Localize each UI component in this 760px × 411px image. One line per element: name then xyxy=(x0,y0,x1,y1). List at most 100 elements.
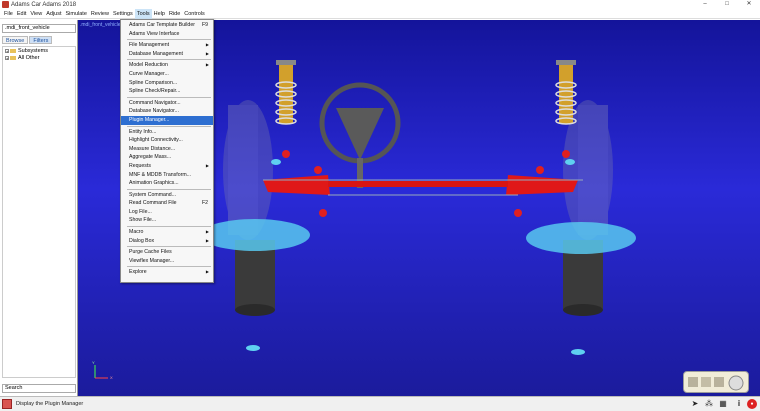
maximize-button[interactable]: □ xyxy=(716,0,738,9)
menu-adjust[interactable]: Adjust xyxy=(44,9,63,19)
tree-item-label: All Other xyxy=(18,55,40,61)
submenu-arrow-icon: ▶ xyxy=(205,229,209,235)
tools-menu-item[interactable]: Show File... xyxy=(121,216,213,225)
menu-tools[interactable]: Tools xyxy=(134,8,152,19)
lower-control-arms xyxy=(263,175,583,196)
menu-separator xyxy=(127,266,211,268)
tools-menu-item[interactable]: Adams Car Template Builder F9 xyxy=(121,21,213,30)
menu-item-label: Spline Comparison... xyxy=(129,79,178,86)
tools-menu-item[interactable]: Read Command File F2 xyxy=(121,199,213,208)
left-ground-pad xyxy=(200,219,310,316)
submenu-arrow-icon: ▶ xyxy=(205,269,209,275)
status-bar: Display the Plugin Manager ➤ ⁂ ▦ i ● xyxy=(0,396,760,411)
tools-menu-item[interactable]: Entity Info... xyxy=(121,128,213,137)
tools-menu-item[interactable]: Animation Graphics... xyxy=(121,179,213,188)
steering-wheel xyxy=(319,82,401,188)
tools-menu-item[interactable]: Viewflex Manager... xyxy=(121,257,213,266)
tools-menu-item[interactable]: Command Navigator... xyxy=(121,99,213,108)
tools-menu-item[interactable]: System Command... xyxy=(121,191,213,200)
expand-icon[interactable]: + xyxy=(5,56,9,61)
menu-separator xyxy=(127,125,211,127)
menu-separator xyxy=(127,96,211,98)
tab-filters[interactable]: Filters xyxy=(29,36,53,44)
menu-item-label: Show File... xyxy=(129,217,157,224)
tree-item-all-other[interactable]: + All Other xyxy=(3,55,75,61)
menu-item-label: Database Navigator... xyxy=(129,108,179,115)
menu-controls[interactable]: Controls xyxy=(182,9,206,19)
menu-simulate[interactable]: Simulate xyxy=(63,9,88,19)
submenu-arrow-icon: ▶ xyxy=(205,237,209,243)
stop-sign-icon[interactable]: ● xyxy=(747,399,757,409)
connectivity-icon[interactable]: ⁂ xyxy=(704,399,714,409)
menu-item-label: Requests xyxy=(129,162,151,169)
tools-menu-item[interactable]: MNF & MDDB Transform... xyxy=(121,171,213,180)
tools-menu-item[interactable]: Highlight Connectivity... xyxy=(121,136,213,145)
coordinate-triad xyxy=(94,365,108,379)
menu-item-label: Viewflex Manager... xyxy=(129,257,175,264)
tree-item-subsystems[interactable]: + Subsystems xyxy=(3,48,75,54)
stop-icon[interactable] xyxy=(2,399,12,409)
folder-icon xyxy=(10,49,16,53)
info-icon[interactable]: i xyxy=(734,399,744,409)
model-tree: + Subsystems + All Other xyxy=(2,46,76,378)
axis-x-label: X xyxy=(110,375,113,380)
tools-menu-item[interactable]: Measure Distance... xyxy=(121,145,213,154)
submenu-arrow-icon: ▶ xyxy=(205,62,209,68)
tools-menu-item[interactable]: Database Management ▶ xyxy=(121,50,213,59)
menu-item-label: Highlight Connectivity... xyxy=(129,137,183,144)
menu-item-label: Database Management xyxy=(129,50,183,57)
menu-item-label: Measure Distance... xyxy=(129,145,176,152)
tools-menu-item[interactable]: Macro ▶ xyxy=(121,228,213,237)
close-button[interactable]: ✕ xyxy=(738,0,760,9)
menu-separator xyxy=(127,226,211,228)
tools-menu-item[interactable]: Dialog Box ▶ xyxy=(121,237,213,246)
view-navigation-widget[interactable] xyxy=(683,371,749,393)
tools-menu-item[interactable]: Curve Manager... xyxy=(121,70,213,79)
model-browser-panel: .mdi_front_vehicle Browse Filters + Subs… xyxy=(0,20,78,396)
menu-shortcut: F2 xyxy=(201,200,208,207)
tools-menu-item[interactable]: Aggregate Mass... xyxy=(121,153,213,162)
expand-icon[interactable]: + xyxy=(5,49,9,54)
model-name-field[interactable]: .mdi_front_vehicle xyxy=(2,24,76,33)
menu-separator xyxy=(127,59,211,61)
tools-menu-item[interactable]: Spline Comparison... xyxy=(121,79,213,88)
tools-menu-item[interactable]: Plugin Manager... xyxy=(121,115,213,125)
menu-item-label: Model Reduction xyxy=(129,62,168,69)
tools-menu-item[interactable]: Model Reduction ▶ xyxy=(121,61,213,70)
grid-settings-icon[interactable]: ▦ xyxy=(718,399,728,409)
menu-item-label: System Command... xyxy=(129,191,176,198)
adams-car-window: Adams Car Adams 2018 – □ ✕ File Edit Vie… xyxy=(0,0,760,411)
menu-view[interactable]: View xyxy=(28,9,44,19)
menu-settings[interactable]: Settings xyxy=(111,9,135,19)
tools-menu-item[interactable]: Requests ▶ xyxy=(121,162,213,171)
tools-menu-item[interactable]: Spline Check/Repair... xyxy=(121,87,213,96)
menu-item-label: Dialog Box xyxy=(129,237,155,244)
tab-browse[interactable]: Browse xyxy=(2,36,29,44)
tools-menu-item[interactable]: Purge Cache Files xyxy=(121,248,213,257)
tools-menu-item[interactable]: File Management ▶ xyxy=(121,41,213,50)
menu-help[interactable]: Help xyxy=(152,9,167,19)
right-spring-damper xyxy=(555,60,577,125)
tools-menu-item[interactable]: Log File... xyxy=(121,208,213,217)
tools-menu-item[interactable]: Database Navigator... xyxy=(121,107,213,116)
tree-item-label: Subsystems xyxy=(18,48,48,54)
tools-menu-item[interactable]: Explore ▶ xyxy=(121,268,213,277)
window-controls: – □ ✕ xyxy=(694,0,760,9)
menu-item-label: Adams Car Template Builder xyxy=(129,22,195,28)
browser-tabs: Browse Filters xyxy=(2,36,53,44)
tools-menu-item[interactable]: Adams View Interface xyxy=(121,30,213,39)
select-cursor-icon[interactable]: ➤ xyxy=(690,399,700,409)
minimize-button[interactable]: – xyxy=(694,0,716,9)
menu-item-label: Macro xyxy=(129,229,144,236)
menu-edit[interactable]: Edit xyxy=(15,9,28,19)
menu-item-label: Animation Graphics... xyxy=(129,180,179,187)
status-message: Display the Plugin Manager xyxy=(16,401,84,407)
menu-item-label: Command Navigator... xyxy=(129,99,181,106)
menu-item-label: Log File... xyxy=(129,208,152,215)
search-input[interactable]: Search xyxy=(2,384,76,393)
menu-review[interactable]: Review xyxy=(89,9,111,19)
left-wheel xyxy=(223,100,273,240)
menu-shortcut: F9 xyxy=(201,22,208,28)
menu-ride[interactable]: Ride xyxy=(167,9,182,19)
menu-file[interactable]: File xyxy=(2,9,15,19)
